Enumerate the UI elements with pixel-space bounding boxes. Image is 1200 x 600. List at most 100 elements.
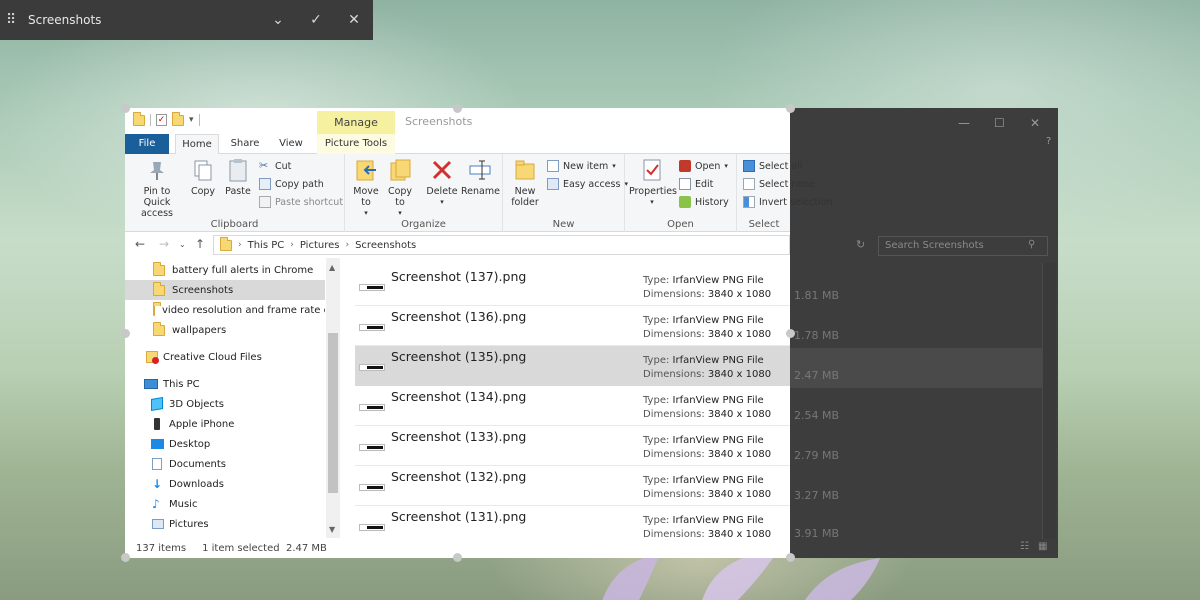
details-view-icon[interactable]: ☷ — [1020, 541, 1029, 552]
history-button[interactable]: History — [679, 196, 729, 208]
folder-icon — [153, 281, 165, 296]
nav-item-screenshots[interactable]: Screenshots — [125, 280, 325, 300]
nav-item-3d-objects[interactable]: 3D Objects — [125, 394, 325, 414]
edit-label: Edit — [695, 178, 714, 190]
paste-button[interactable]: Paste — [221, 158, 255, 197]
resize-handle[interactable] — [453, 553, 462, 562]
resize-handle[interactable] — [786, 104, 795, 113]
properties-icon — [640, 158, 664, 182]
nav-item-downloads[interactable]: ↓ Downloads — [125, 474, 325, 494]
breadcrumb-this-pc[interactable]: This PC — [248, 240, 285, 251]
file-row[interactable]: Screenshot (131).png Type: IrfanView PNG… — [355, 506, 790, 538]
image-thumbnail — [359, 404, 385, 411]
paste-shortcut-label: Paste shortcut — [275, 196, 344, 208]
close-window-icon[interactable]: ✕ — [1030, 116, 1040, 130]
image-thumbnail — [359, 444, 385, 451]
document-icon — [152, 458, 162, 470]
back-arrow-icon[interactable]: ← — [135, 237, 145, 251]
nav-item-pictures[interactable]: Pictures — [125, 514, 325, 534]
delete-button[interactable]: Delete ▾ — [425, 158, 459, 208]
customize-dropdown-icon[interactable]: ▾ — [189, 115, 194, 125]
tab-share[interactable]: Share — [225, 134, 265, 154]
nav-item-label: video resolution and frame rate on V — [162, 304, 325, 316]
chevron-right-icon[interactable]: › — [290, 240, 294, 250]
select-all-button[interactable]: Select all — [743, 160, 802, 172]
resize-handle[interactable] — [453, 104, 462, 113]
scroll-up-icon[interactable]: ▲ — [329, 263, 335, 272]
phone-icon — [154, 418, 160, 430]
breadcrumb[interactable]: › This PC › Pictures › Screenshots — [213, 235, 790, 255]
file-row[interactable]: Screenshot (137).png Type: IrfanView PNG… — [355, 266, 790, 306]
up-arrow-icon[interactable]: ↑ — [195, 237, 205, 251]
breadcrumb-screenshots[interactable]: Screenshots — [355, 240, 416, 251]
scroll-down-icon[interactable]: ▼ — [329, 525, 335, 534]
breadcrumb-pictures[interactable]: Pictures — [300, 240, 340, 251]
file-row[interactable]: Screenshot (133).png Type: IrfanView PNG… — [355, 426, 790, 466]
nav-item-wallpapers[interactable]: wallpapers — [125, 320, 325, 340]
help-icon[interactable]: ? — [1046, 136, 1051, 147]
tab-file[interactable]: File — [125, 134, 169, 154]
file-row[interactable]: Screenshot (136).png Type: IrfanView PNG… — [355, 306, 790, 346]
select-none-button[interactable]: Select none — [743, 178, 815, 190]
resize-handle[interactable] — [786, 329, 795, 338]
new-folder-icon[interactable] — [172, 111, 184, 126]
move-to-button[interactable]: Move to ▾ — [351, 158, 381, 219]
cut-button[interactable]: ✂ Cut — [259, 160, 291, 172]
easy-access-button[interactable]: Easy access ▾ — [547, 178, 628, 190]
nav-item-battery-alerts[interactable]: battery full alerts in Chrome — [125, 260, 325, 280]
tiles-view-icon[interactable]: ▦ — [1038, 541, 1047, 552]
nav-item-documents[interactable]: Documents — [125, 454, 325, 474]
maximize-icon[interactable]: ☐ — [994, 116, 1005, 130]
close-icon[interactable]: ✕ — [335, 12, 373, 28]
resize-handle[interactable] — [121, 104, 130, 113]
select-all-label: Select all — [759, 160, 803, 172]
copy-to-button[interactable]: Copy to ▾ — [385, 158, 415, 219]
new-item-button[interactable]: New item ▾ — [547, 160, 616, 172]
file-name: Screenshot (133).png — [391, 429, 527, 444]
file-row[interactable]: Screenshot (134).png Type: IrfanView PNG… — [355, 386, 790, 426]
resize-handle[interactable] — [121, 553, 130, 562]
cut-label: Cut — [275, 160, 292, 172]
nav-item-this-pc[interactable]: This PC — [125, 374, 325, 394]
nav-item-music[interactable]: ♪ Music — [125, 494, 325, 514]
properties-icon[interactable]: ✓ — [156, 114, 167, 126]
tab-home[interactable]: Home — [175, 134, 219, 155]
nav-item-video-resolution[interactable]: video resolution and frame rate on V — [125, 300, 325, 320]
pin-icon — [145, 158, 169, 182]
file-row-selected[interactable]: Screenshot (135).png Type: IrfanView PNG… — [355, 346, 790, 386]
content-scrollbar[interactable] — [1042, 263, 1056, 539]
resize-handle[interactable] — [786, 553, 795, 562]
size-label: 3.27 MB — [794, 489, 840, 502]
refresh-icon[interactable]: ↻ — [856, 238, 865, 251]
folder-icon[interactable] — [133, 111, 145, 126]
paste-shortcut-button[interactable]: Paste shortcut — [259, 196, 343, 208]
copy-button[interactable]: Copy — [187, 158, 219, 197]
pin-to-quick-access-button[interactable]: Pin to Quick access — [129, 158, 185, 219]
checkmark-icon[interactable]: ✓ — [297, 12, 335, 28]
nav-scrollbar-thumb[interactable] — [328, 333, 338, 493]
properties-button[interactable]: Properties ▾ — [629, 158, 677, 208]
grip-icon[interactable]: ⠿ — [6, 12, 24, 28]
forward-arrow-icon[interactable]: → — [159, 237, 169, 251]
rename-button[interactable]: Rename — [461, 158, 500, 197]
chevron-right-icon[interactable]: › — [345, 240, 349, 250]
nav-item-apple-iphone[interactable]: Apple iPhone — [125, 414, 325, 434]
resize-handle[interactable] — [121, 329, 130, 338]
minimize-icon[interactable]: — — [958, 116, 970, 130]
nav-item-creative-cloud[interactable]: Creative Cloud Files — [125, 347, 325, 367]
file-row[interactable]: Screenshot (132).png Type: IrfanView PNG… — [355, 466, 790, 506]
new-folder-button[interactable]: New folder — [507, 158, 543, 208]
recent-locations-icon[interactable]: ⌄ — [179, 240, 186, 249]
tab-manage[interactable]: Manage — [317, 111, 395, 135]
tab-view[interactable]: View — [271, 134, 311, 154]
invert-selection-button[interactable]: Invert selection — [743, 196, 833, 208]
copy-path-button[interactable]: Copy path — [259, 178, 324, 190]
chevron-right-icon[interactable]: › — [238, 240, 242, 250]
nav-item-desktop[interactable]: Desktop — [125, 434, 325, 454]
select-group: Select all Select none Invert selection … — [737, 154, 837, 232]
search-input[interactable]: Search Screenshots — [878, 236, 1048, 256]
open-button[interactable]: Open ▾ — [679, 160, 728, 172]
tab-picture-tools[interactable]: Picture Tools — [317, 134, 395, 154]
chevron-down-icon[interactable]: ⌄ — [259, 12, 297, 28]
edit-button[interactable]: Edit — [679, 178, 713, 190]
